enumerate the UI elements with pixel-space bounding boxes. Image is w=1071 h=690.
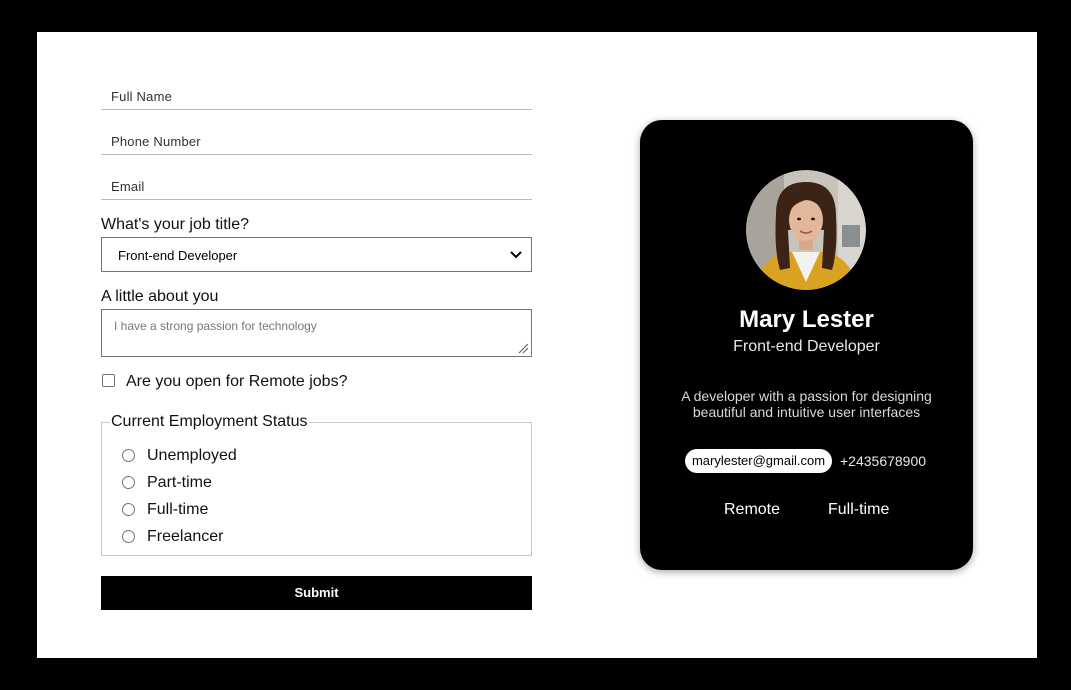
email-placeholder: Email [111, 179, 145, 194]
card-tag-remote: Remote [724, 501, 781, 518]
employment-option-part-time: Part-time [122, 474, 322, 494]
phone-number-input[interactable]: Phone Number [101, 126, 532, 155]
remote-jobs-row: Are you open for Remote jobs? [101, 373, 401, 393]
employment-status-fieldset: Current Employment Status Unemployed Par… [101, 413, 532, 556]
card-name: Mary Lester [739, 306, 874, 333]
employment-option-full-time: Full-time [122, 501, 322, 521]
profile-card: Mary Lester Front-end Developer A develo… [640, 120, 973, 570]
card-email-badge: marylester@gmail.com [685, 449, 832, 473]
card-phone: +2435678900 [840, 453, 927, 469]
resize-grip-icon[interactable] [518, 343, 529, 354]
employment-option-unemployed: Unemployed [122, 447, 322, 467]
submit-button[interactable]: Submit [101, 576, 532, 610]
page: Full Name Phone Number Email What's your… [37, 32, 1037, 658]
full-time-label[interactable]: Full-time [147, 501, 208, 519]
employment-option-freelancer: Freelancer [122, 528, 322, 548]
unemployed-label[interactable]: Unemployed [147, 447, 237, 465]
remote-jobs-label[interactable]: Are you open for Remote jobs? [126, 373, 347, 391]
freelancer-label[interactable]: Freelancer [147, 528, 223, 546]
about-label: A little about you [101, 288, 219, 305]
part-time-radio[interactable] [122, 476, 135, 489]
phone-number-placeholder: Phone Number [111, 134, 201, 149]
card-tag-full-time: Full-time [828, 501, 890, 518]
job-title-value: Front-end Developer [118, 248, 238, 263]
remote-jobs-checkbox[interactable] [102, 374, 115, 387]
job-title-select[interactable]: Front-end Developer [101, 237, 532, 272]
freelancer-radio[interactable] [122, 530, 135, 543]
card-bio: A developer with a passion for designing… [681, 388, 932, 420]
about-placeholder: I have a strong passion for technology [114, 319, 317, 333]
job-title-label: What's your job title? [101, 216, 250, 233]
unemployed-radio[interactable] [122, 449, 135, 462]
full-name-placeholder: Full Name [111, 89, 173, 104]
employment-status-legend: Current Employment Status [110, 413, 309, 431]
full-name-input[interactable]: Full Name [101, 81, 532, 110]
full-time-radio[interactable] [122, 503, 135, 516]
email-input[interactable]: Email [101, 171, 532, 200]
chevron-down-icon [510, 251, 522, 259]
card-role: Front-end Developer [733, 338, 880, 355]
about-textarea[interactable]: I have a strong passion for technology [101, 309, 532, 357]
part-time-label[interactable]: Part-time [147, 474, 212, 492]
avatar [746, 170, 866, 290]
